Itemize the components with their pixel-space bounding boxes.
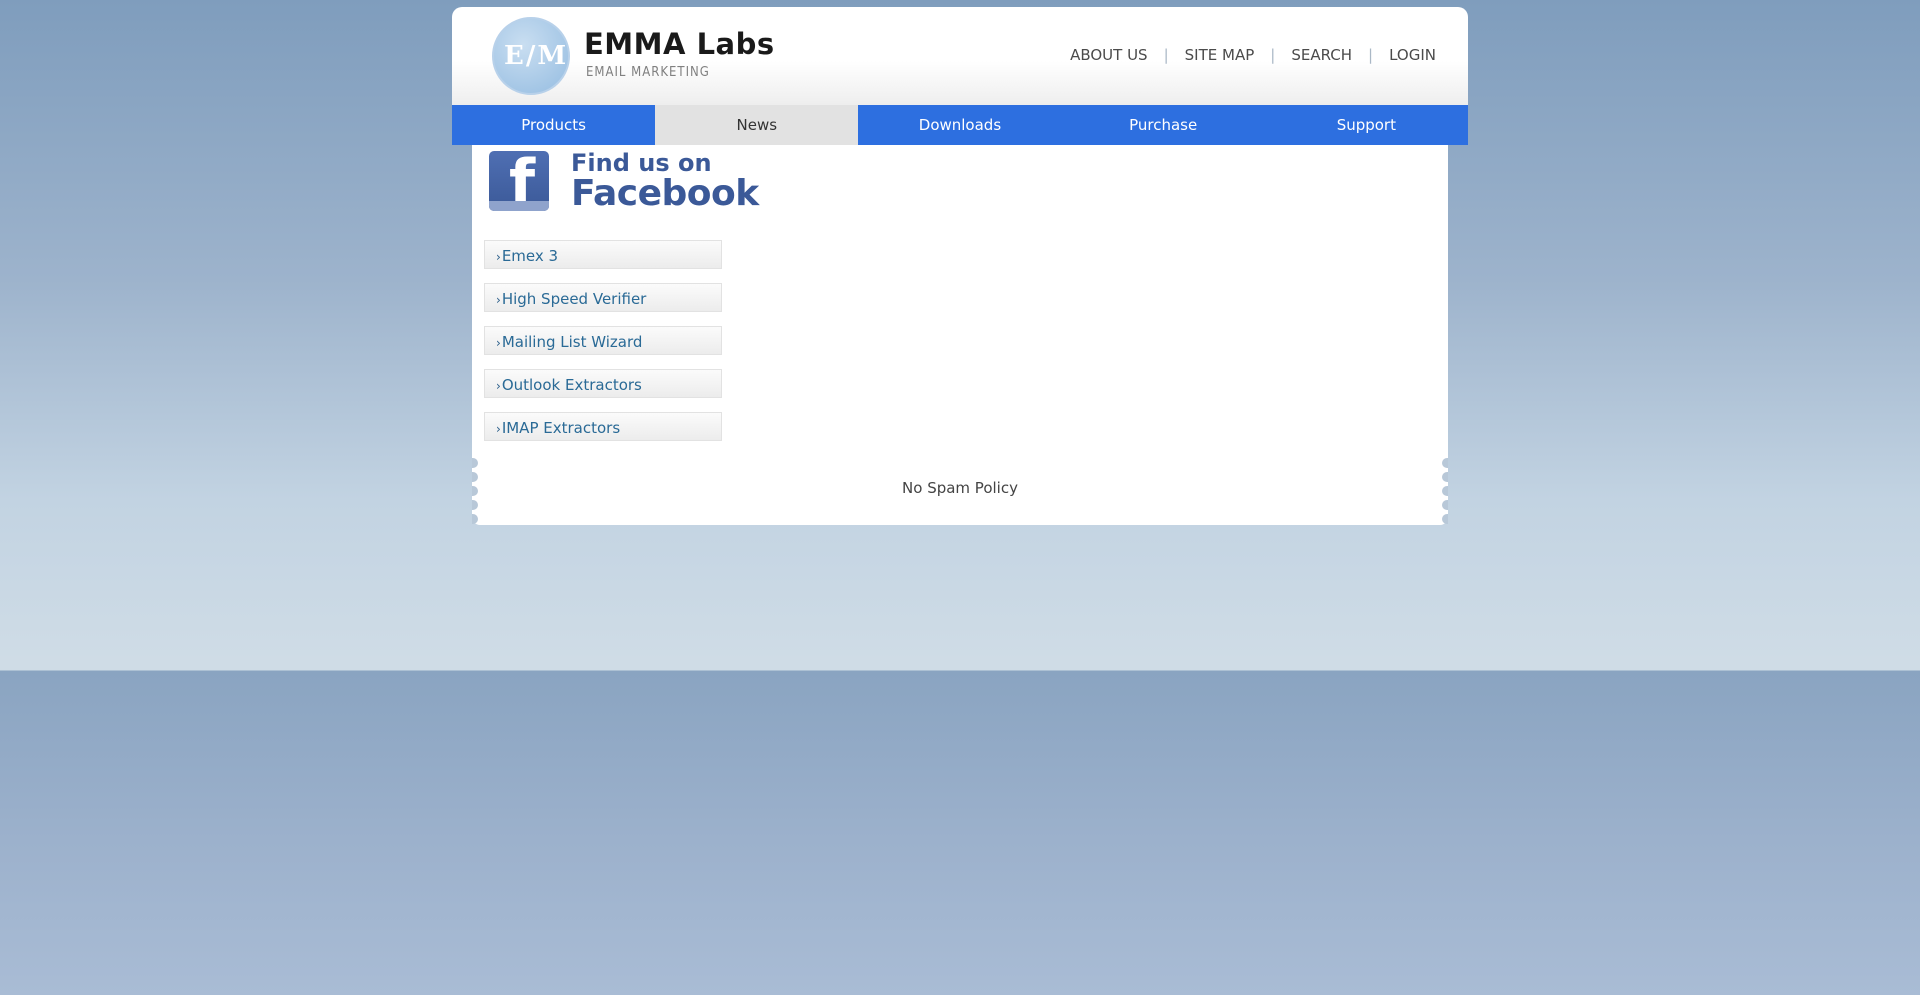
nav-separator: | <box>1163 46 1169 64</box>
product-link-mailing-list-wizard[interactable]: ›Mailing List Wizard <box>484 326 722 355</box>
product-link-label: IMAP Extractors <box>501 419 621 437</box>
site-footer: No Spam Policy <box>472 456 1448 525</box>
main-content: f Find us on Facebook ›Emex 3 ›High Spee… <box>472 145 1448 456</box>
logo-emblem-icon: E/M <box>492 17 570 95</box>
product-list: ›Emex 3 ›High Speed Verifier ›Mailing Li… <box>484 240 722 455</box>
site-logo[interactable]: E/M EMMA Labs EMAIL MARKETING <box>492 17 792 97</box>
top-nav-about-us[interactable]: ABOUT US <box>1070 46 1148 64</box>
footer-edge-notch <box>472 500 478 510</box>
product-link-label: Emex 3 <box>501 247 559 265</box>
bullet-icon: › <box>496 422 501 436</box>
product-link-imap-extractors[interactable]: ›IMAP Extractors <box>484 412 722 441</box>
product-link-label: Mailing List Wizard <box>501 333 643 351</box>
top-nav-site-map[interactable]: SITE MAP <box>1185 46 1255 64</box>
tab-downloads[interactable]: Downloads <box>858 105 1062 145</box>
tab-purchase[interactable]: Purchase <box>1061 105 1265 145</box>
bullet-icon: › <box>496 250 501 264</box>
bullet-icon: › <box>496 293 501 307</box>
footer-edge-notch <box>1442 514 1448 524</box>
main-nav: Products News Downloads Purchase Support <box>452 105 1468 145</box>
footer-edge-notch <box>1442 458 1448 468</box>
facebook-badge-line2: Facebook <box>571 173 759 214</box>
page-container: E/M EMMA Labs EMAIL MARKETING ABOUT US |… <box>452 7 1468 525</box>
nav-separator: | <box>1270 46 1276 64</box>
top-nav-login[interactable]: LOGIN <box>1389 46 1436 64</box>
footer-edge-notch <box>472 458 478 468</box>
site-header: E/M EMMA Labs EMAIL MARKETING ABOUT US |… <box>452 7 1468 105</box>
facebook-f-icon: f <box>489 151 549 211</box>
top-utility-nav: ABOUT US | SITE MAP | SEARCH | LOGIN <box>1070 46 1436 64</box>
tab-news[interactable]: News <box>655 105 859 145</box>
logo-tagline: EMAIL MARKETING <box>586 65 710 80</box>
product-link-outlook-extractors[interactable]: ›Outlook Extractors <box>484 369 722 398</box>
top-nav-search[interactable]: SEARCH <box>1291 46 1352 64</box>
facebook-badge[interactable]: f Find us on Facebook <box>489 149 759 215</box>
product-link-label: Outlook Extractors <box>501 376 642 394</box>
bullet-icon: › <box>496 379 501 393</box>
footer-edge-notch <box>1442 500 1448 510</box>
logo-letters: E/M <box>504 41 569 71</box>
product-link-high-speed-verifier[interactable]: ›High Speed Verifier <box>484 283 722 312</box>
product-link-label: High Speed Verifier <box>501 290 647 308</box>
nav-separator: | <box>1368 46 1374 64</box>
footer-edge-notch <box>472 514 478 524</box>
tab-products[interactable]: Products <box>452 105 656 145</box>
bullet-icon: › <box>496 336 501 350</box>
no-spam-policy-link[interactable]: No Spam Policy <box>472 479 1448 497</box>
logo-name: EMMA Labs <box>584 27 775 61</box>
tab-support[interactable]: Support <box>1264 105 1468 145</box>
product-link-emex-3[interactable]: ›Emex 3 <box>484 240 722 269</box>
